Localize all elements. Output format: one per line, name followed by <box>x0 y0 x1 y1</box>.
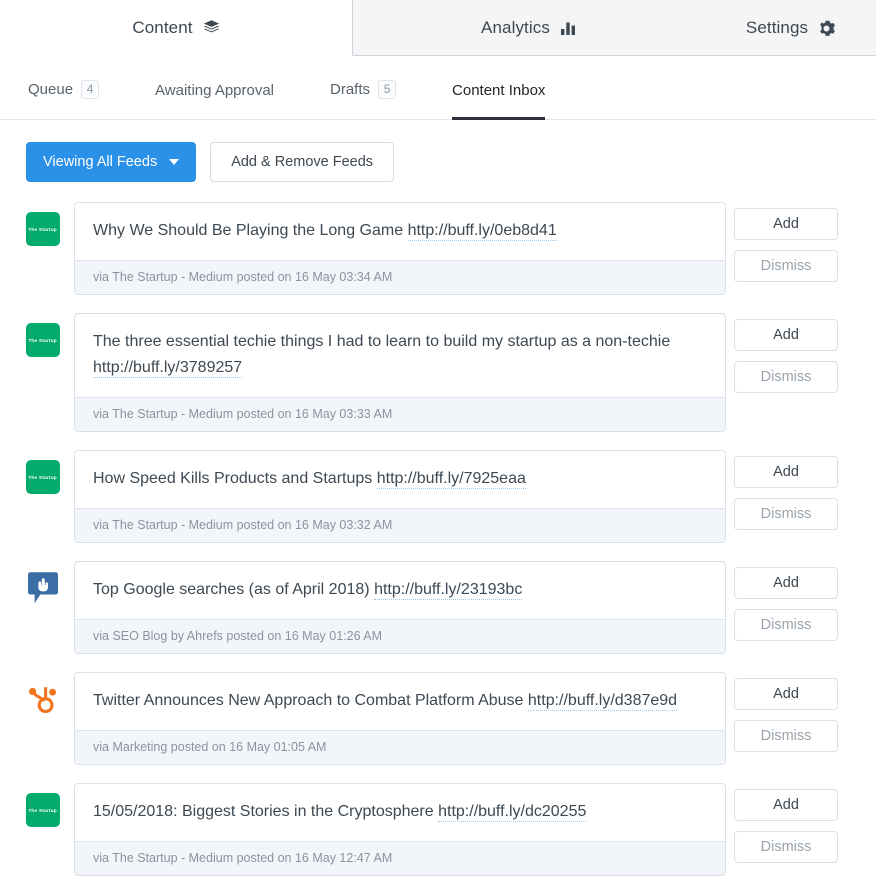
content-item-title: The three essential techie things I had … <box>93 333 671 350</box>
dismiss-button[interactable]: Dismiss <box>734 609 838 641</box>
content-item-body: The three essential techie things I had … <box>75 314 725 397</box>
content-item-card: How Speed Kills Products and Startups ht… <box>74 450 726 543</box>
ahrefs-logo-icon <box>26 571 60 605</box>
content-item-meta: via The Startup - Medium posted on 16 Ma… <box>75 841 725 875</box>
add-button[interactable]: Add <box>734 319 838 351</box>
content-item-link[interactable]: http://buff.ly/d387e9d <box>527 692 678 711</box>
content-inbox-item: The Startup The three essential techie t… <box>26 313 876 432</box>
content-item-link[interactable]: http://buff.ly/3789257 <box>93 359 243 378</box>
content-item-actions: Add Dismiss <box>734 561 838 641</box>
tab-drafts[interactable]: Drafts 5 <box>330 80 397 120</box>
dismiss-button[interactable]: Dismiss <box>734 831 838 863</box>
the-startup-logo-text: The Startup <box>28 807 58 813</box>
dismiss-button[interactable]: Dismiss <box>734 250 838 282</box>
content-item-actions: Add Dismiss <box>734 313 838 393</box>
gear-icon <box>818 20 836 37</box>
content-item-actions: Add Dismiss <box>734 450 838 530</box>
content-item-body: 15/05/2018: Biggest Stories in the Crypt… <box>75 784 725 841</box>
content-item-meta: via SEO Blog by Ahrefs posted on 16 May … <box>75 619 725 653</box>
content-item-link[interactable]: http://buff.ly/23193bc <box>374 581 523 600</box>
the-startup-logo-text: The Startup <box>28 474 58 480</box>
dismiss-button[interactable]: Dismiss <box>734 720 838 752</box>
add-button[interactable]: Add <box>734 678 838 710</box>
the-startup-logo-icon: The Startup <box>26 323 60 357</box>
tab-queue-label: Queue <box>28 81 74 98</box>
content-item-meta: via The Startup - Medium posted on 16 Ma… <box>75 260 725 294</box>
content-item-link[interactable]: http://buff.ly/7925eaa <box>376 470 526 489</box>
content-item-link[interactable]: http://buff.ly/dc20255 <box>438 803 587 822</box>
chevron-down-icon <box>169 159 180 165</box>
hubspot-logo-icon <box>26 682 60 716</box>
content-inbox-item: The Startup Why We Should Be Playing the… <box>26 202 876 295</box>
content-item-title: 15/05/2018: Biggest Stories in the Crypt… <box>93 803 434 820</box>
content-item-card: Top Google searches (as of April 2018) h… <box>74 561 726 654</box>
the-startup-logo-icon: The Startup <box>26 212 60 246</box>
nav-item-settings-label: Settings <box>745 18 809 37</box>
tab-awaiting-approval-label: Awaiting Approval <box>155 82 275 99</box>
content-inbox-item: The Startup How Speed Kills Products and… <box>26 450 876 543</box>
content-item-title: Twitter Announces New Approach to Combat… <box>93 692 524 709</box>
content-item-body: How Speed Kills Products and Startups ht… <box>75 451 725 508</box>
dismiss-button[interactable]: Dismiss <box>734 498 838 530</box>
content-inbox-item: The Startup 15/05/2018: Biggest Stories … <box>26 783 876 876</box>
dismiss-button[interactable]: Dismiss <box>734 361 838 393</box>
content-item-title: Why We Should Be Playing the Long Game <box>93 222 404 239</box>
tab-awaiting-approval[interactable]: Awaiting Approval <box>155 82 274 120</box>
nav-item-analytics-label: Analytics <box>481 18 550 37</box>
content-item-title: How Speed Kills Products and Startups <box>93 470 373 487</box>
the-startup-logo-icon: The Startup <box>26 460 60 494</box>
add-button[interactable]: Add <box>734 789 838 821</box>
content-item-body: Twitter Announces New Approach to Combat… <box>75 673 725 730</box>
add-button[interactable]: Add <box>734 567 838 599</box>
content-item-card: Why We Should Be Playing the Long Game h… <box>74 202 726 295</box>
nav-item-content[interactable]: Content <box>0 0 353 56</box>
content-item-body: Top Google searches (as of April 2018) h… <box>75 562 725 619</box>
tab-drafts-label: Drafts <box>330 81 371 98</box>
content-item-actions: Add Dismiss <box>734 783 838 863</box>
secondary-navigation: Queue 4 Awaiting Approval Drafts 5 Conte… <box>0 56 876 120</box>
content-item-meta: via The Startup - Medium posted on 16 Ma… <box>75 508 725 542</box>
content-item-link[interactable]: http://buff.ly/0eb8d41 <box>407 222 557 241</box>
content-inbox-item: Twitter Announces New Approach to Combat… <box>26 672 876 765</box>
tab-drafts-badge: 5 <box>378 80 397 99</box>
layers-icon <box>203 19 220 36</box>
content-item-actions: Add Dismiss <box>734 672 838 752</box>
add-remove-feeds-button[interactable]: Add & Remove Feeds <box>210 142 395 182</box>
nav-item-analytics[interactable]: Analytics <box>353 0 705 56</box>
add-button[interactable]: Add <box>734 456 838 488</box>
content-item-card: Twitter Announces New Approach to Combat… <box>74 672 726 765</box>
content-item-body: Why We Should Be Playing the Long Game h… <box>75 203 725 260</box>
content-inbox-item: Top Google searches (as of April 2018) h… <box>26 561 876 654</box>
content-item-actions: Add Dismiss <box>734 202 838 282</box>
content-item-title: Top Google searches (as of April 2018) <box>93 581 370 598</box>
tab-queue[interactable]: Queue 4 <box>28 80 100 120</box>
feed-filter-bar: Viewing All Feeds Add & Remove Feeds <box>0 120 876 202</box>
tab-content-inbox-label: Content Inbox <box>452 82 546 99</box>
the-startup-logo-text: The Startup <box>28 226 58 232</box>
nav-item-content-label: Content <box>132 17 193 37</box>
bar-chart-icon <box>560 20 577 36</box>
primary-navigation: Content Analytics Settings <box>0 0 876 56</box>
viewing-all-feeds-dropdown[interactable]: Viewing All Feeds <box>26 142 197 182</box>
tab-content-inbox[interactable]: Content Inbox <box>452 82 546 120</box>
content-item-meta: via Marketing posted on 16 May 01:05 AM <box>75 730 725 764</box>
add-button[interactable]: Add <box>734 208 838 240</box>
content-item-card: 15/05/2018: Biggest Stories in the Crypt… <box>74 783 726 876</box>
nav-item-settings[interactable]: Settings <box>705 0 876 56</box>
the-startup-logo-text: The Startup <box>28 337 58 343</box>
content-item-meta: via The Startup - Medium posted on 16 Ma… <box>75 397 725 431</box>
content-inbox-list: The Startup Why We Should Be Playing the… <box>0 202 876 876</box>
content-item-card: The three essential techie things I had … <box>74 313 726 432</box>
tab-queue-badge: 4 <box>81 80 100 99</box>
the-startup-logo-icon: The Startup <box>26 793 60 827</box>
viewing-all-feeds-label: Viewing All Feeds <box>43 154 158 170</box>
